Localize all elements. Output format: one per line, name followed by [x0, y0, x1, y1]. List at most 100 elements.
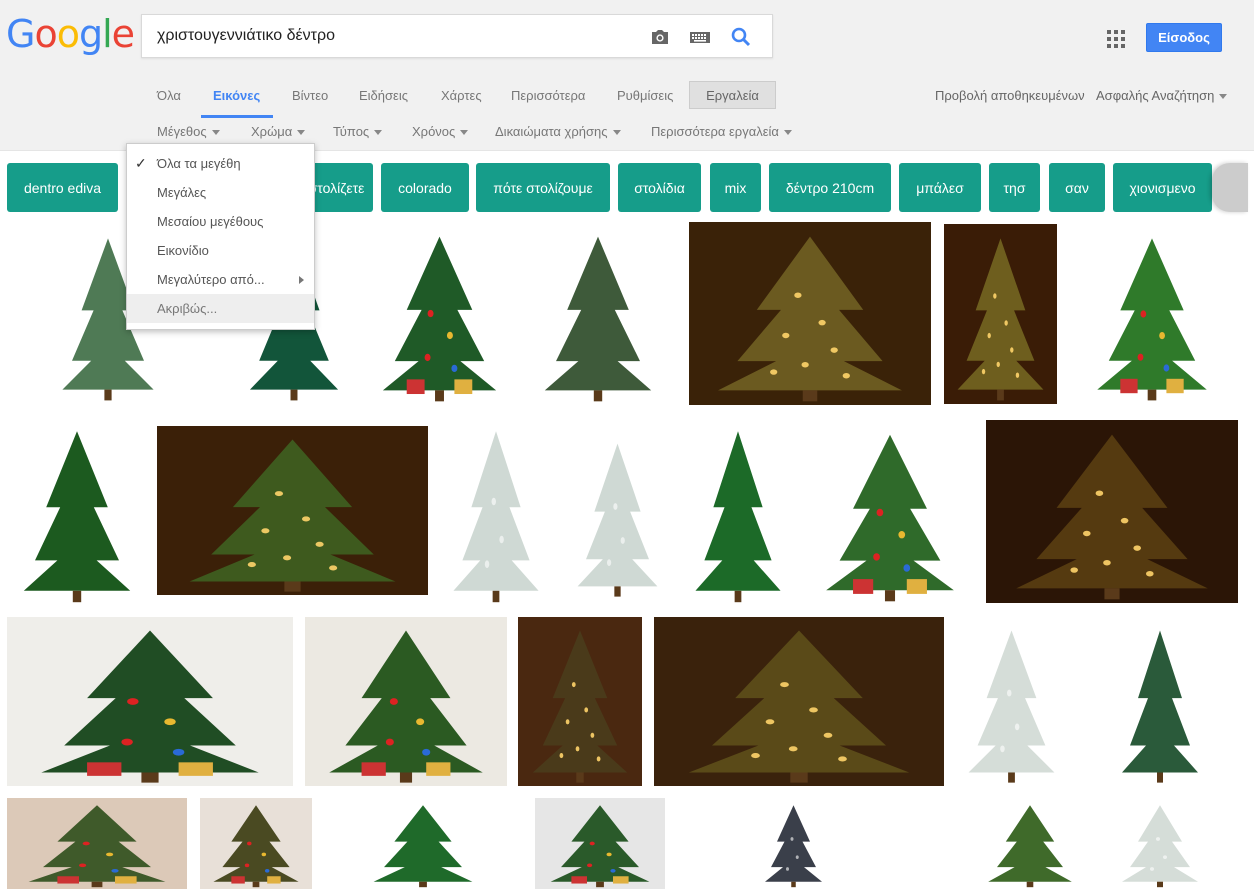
search-box[interactable]	[141, 14, 773, 58]
chevron-down-icon	[297, 130, 306, 136]
image-result-thumbnail[interactable]	[1080, 224, 1224, 404]
related-chip[interactable]: σαν	[1049, 163, 1105, 212]
filter-color[interactable]: Χρώμα	[251, 124, 306, 139]
image-result-thumbnail[interactable]	[682, 416, 794, 606]
tab-all[interactable]: Όλα	[157, 88, 181, 103]
image-result-thumbnail[interactable]	[518, 617, 642, 786]
image-result-thumbnail[interactable]	[528, 222, 668, 405]
chips-scroll-next-button[interactable]	[1212, 163, 1248, 212]
safe-search-toggle[interactable]: Ασφαλής Αναζήτηση	[1096, 88, 1228, 103]
image-result-thumbnail[interactable]	[7, 798, 187, 889]
image-result-thumbnail[interactable]	[305, 617, 507, 786]
tab-news[interactable]: Ειδήσεις	[359, 88, 408, 103]
menu-item-label: Μεγαλύτερο από...	[157, 272, 265, 287]
filter-type[interactable]: Τύπος	[333, 124, 383, 139]
filter-more-tools[interactable]: Περισσότερα εργαλεία	[651, 124, 792, 139]
image-result-thumbnail[interactable]	[1110, 617, 1210, 786]
size-option-medium[interactable]: Μεσαίου μεγέθους	[127, 207, 314, 236]
image-result-thumbnail[interactable]	[565, 430, 670, 600]
chevron-down-icon	[374, 130, 383, 136]
image-result-thumbnail[interactable]	[7, 617, 293, 786]
filter-label: Τύπος	[333, 124, 370, 139]
christmas-tree-image	[688, 630, 910, 783]
christmas-tree-image	[1097, 238, 1207, 401]
keyboard-icon[interactable]	[688, 25, 712, 49]
image-result-thumbnail[interactable]	[806, 420, 974, 605]
image-result-thumbnail[interactable]	[1110, 798, 1210, 889]
image-result-thumbnail[interactable]	[358, 798, 488, 889]
header-bar: Google Είσοδος Όλα Εικόνες Βίντε	[0, 0, 1254, 151]
size-option-exact[interactable]: Ακριβώς...	[127, 294, 314, 323]
tab-images[interactable]: Εικόνες	[213, 88, 260, 103]
related-chip[interactable]: colorado	[381, 163, 469, 212]
chevron-right-icon	[299, 276, 304, 284]
saved-images-link[interactable]: Προβολή αποθηκευμένων	[935, 88, 1085, 103]
apps-grid-icon[interactable]	[1107, 30, 1125, 48]
image-result-thumbnail[interactable]	[955, 617, 1068, 786]
image-result-thumbnail[interactable]	[7, 416, 147, 606]
chevron-down-icon	[211, 130, 220, 136]
menu-item-label: Μεγάλες	[157, 185, 207, 200]
image-result-thumbnail[interactable]	[756, 798, 831, 889]
size-option-larger-than[interactable]: Μεγαλύτερο από...	[127, 265, 314, 294]
christmas-tree-image	[550, 805, 650, 888]
sign-in-button[interactable]: Είσοδος	[1146, 23, 1222, 52]
image-result-thumbnail[interactable]	[440, 416, 552, 606]
christmas-tree-image	[577, 443, 658, 597]
logo-letter: o	[56, 12, 80, 56]
tab-maps[interactable]: Χάρτες	[441, 88, 482, 103]
christmas-tree-image	[329, 630, 483, 783]
filter-size[interactable]: Μέγεθος	[157, 124, 220, 139]
related-chip[interactable]: dentro ediva	[7, 163, 118, 212]
active-tab-indicator	[201, 115, 273, 118]
related-chip[interactable]: δέντρο 210cm	[769, 163, 891, 212]
image-result-thumbnail[interactable]	[365, 222, 514, 405]
christmas-tree-image	[1016, 434, 1208, 600]
tab-videos[interactable]: Βίντεο	[292, 88, 328, 103]
filter-usage-rights[interactable]: Δικαιώματα χρήσης	[495, 124, 621, 139]
christmas-tree-image	[765, 805, 822, 888]
image-result-thumbnail[interactable]	[689, 222, 931, 405]
chevron-down-icon	[612, 130, 621, 136]
christmas-tree-image	[373, 805, 473, 888]
tab-settings[interactable]: Ρυθμίσεις	[617, 88, 673, 103]
christmas-tree-image	[826, 434, 954, 602]
related-chip[interactable]: mix	[710, 163, 761, 212]
christmas-tree-image	[695, 431, 781, 603]
filter-time[interactable]: Χρόνος	[412, 124, 469, 139]
logo-letter: o	[34, 12, 57, 56]
related-chip[interactable]: πότε στολίζουμε	[476, 163, 610, 212]
logo-letter: g	[78, 12, 103, 56]
related-chip[interactable]: τησ	[989, 163, 1040, 212]
image-result-thumbnail[interactable]	[200, 798, 312, 889]
menu-item-label: Όλα τα μεγέθη	[157, 156, 241, 171]
size-option-icon[interactable]: Εικονίδιο	[127, 236, 314, 265]
related-chip[interactable]: μπάλεσ	[899, 163, 981, 212]
chevron-down-icon	[783, 130, 792, 136]
christmas-tree-image	[1122, 805, 1198, 888]
image-result-thumbnail[interactable]	[535, 798, 665, 889]
chevron-down-icon	[460, 130, 469, 136]
tab-more[interactable]: Περισσότερα	[511, 88, 585, 103]
camera-icon[interactable]	[648, 25, 672, 49]
google-logo[interactable]: Google	[6, 12, 135, 56]
size-option-all[interactable]: ✓ Όλα τα μεγέθη	[127, 149, 314, 178]
related-chip[interactable]: στολίδια	[618, 163, 701, 212]
checkmark-icon: ✓	[135, 155, 147, 171]
image-result-thumbnail[interactable]	[986, 420, 1238, 603]
search-icon[interactable]	[729, 25, 753, 49]
christmas-tree-image	[532, 630, 628, 783]
menu-item-label: Ακριβώς...	[157, 301, 218, 316]
size-option-large[interactable]: Μεγάλες	[127, 178, 314, 207]
tools-button[interactable]: Εργαλεία	[689, 81, 776, 109]
christmas-tree-image	[28, 805, 166, 888]
christmas-tree-image	[382, 236, 497, 402]
related-chip[interactable]: χιονισμενο	[1113, 163, 1212, 212]
image-result-thumbnail[interactable]	[975, 798, 1085, 889]
christmas-tree-image	[213, 805, 299, 888]
logo-letter: G	[6, 12, 35, 56]
image-result-thumbnail[interactable]	[654, 617, 944, 786]
image-result-thumbnail[interactable]	[157, 426, 428, 595]
search-input[interactable]	[157, 27, 627, 45]
image-result-thumbnail[interactable]	[944, 224, 1057, 404]
